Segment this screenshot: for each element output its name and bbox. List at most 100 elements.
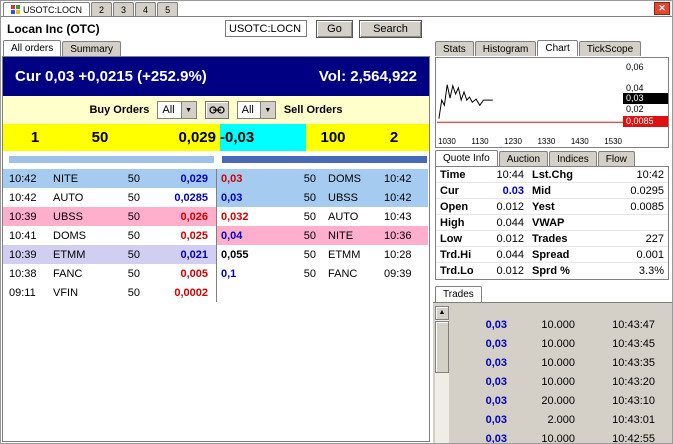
window-tab-5[interactable]: 5: [157, 2, 178, 16]
ask-price: 0,1: [221, 268, 285, 280]
symbol-input[interactable]: [225, 20, 307, 37]
quote-label: Spread: [532, 249, 588, 261]
quote-value: 0.044: [484, 249, 532, 261]
price-line: [439, 85, 493, 119]
quote-label: Trd.Hi: [440, 249, 484, 261]
bid-row[interactable]: 10:39 UBSS 50 0,026: [3, 207, 216, 226]
quote-value: 0.044: [484, 217, 532, 229]
quote-label: Trades: [532, 233, 588, 245]
window-tab-4[interactable]: 4: [135, 2, 156, 16]
trade-row: 0,03 10.000 10:43:35: [451, 353, 664, 372]
quote-label: Sprd %: [532, 265, 588, 277]
bid-row[interactable]: 09:11 VFIN 50 0,0002: [3, 283, 216, 302]
sell-filter-value: All: [238, 104, 260, 116]
tab-trades[interactable]: Trades: [435, 286, 482, 302]
quote-row: Cur 0.03 Mid 0.0295: [436, 183, 668, 199]
ask-row[interactable]: 0,032 50 AUTO 10:43: [217, 207, 428, 226]
bid-row[interactable]: 10:42 AUTO 50 0,0285: [3, 188, 216, 207]
buy-depth-bar: [9, 156, 214, 163]
trade-time: 10:43:47: [575, 319, 655, 331]
trade-size: 20.000: [507, 395, 575, 407]
scrollbar-thumb[interactable]: [435, 321, 449, 373]
best-ask-price: 0,03: [225, 129, 254, 146]
info-panel: Stats Histogram Chart TickScope 0,06 0,0…: [433, 40, 672, 443]
bid-row[interactable]: 10:39 ETMM 50 0,021: [3, 245, 216, 264]
ask-row[interactable]: 0,03 50 DOMS 10:42: [217, 169, 428, 188]
scroll-up-icon[interactable]: ▲: [435, 306, 449, 320]
tab-auction[interactable]: Auction: [499, 151, 548, 166]
ask-row[interactable]: 0,03 50 UBSS 10:42: [217, 188, 428, 207]
bid-mm: UBSS: [53, 211, 113, 223]
bid-size: 50: [113, 173, 152, 185]
y-tick: 0,02: [623, 104, 668, 115]
orderbook-body: Cur 0,03 +0,0215 (+252.9%) Vol: 2,564,92…: [2, 56, 430, 442]
quote-label: Time: [440, 169, 484, 181]
bid-size: 50: [113, 287, 152, 299]
ask-row[interactable]: 0,04 50 NITE 10:36: [217, 226, 428, 245]
bid-mm: VFIN: [53, 287, 113, 299]
bid-price: 0,0285: [152, 192, 216, 204]
y-tick: 0,06: [623, 62, 668, 73]
trade-price: 0,03: [451, 395, 507, 407]
ask-price: 0,032: [221, 211, 285, 223]
trade-time: 10:43:20: [575, 376, 655, 388]
trades-scrollbar[interactable]: ▲: [435, 306, 449, 443]
window-tab-label: 4: [143, 5, 148, 15]
tab-summary[interactable]: Summary: [62, 41, 121, 56]
tab-indices[interactable]: Indices: [549, 151, 597, 166]
window-tab-3[interactable]: 3: [113, 2, 134, 16]
ask-row[interactable]: 0,055 50 ETMM 10:28: [217, 245, 428, 264]
ask-time: 10:42: [384, 173, 428, 185]
tab-flow[interactable]: Flow: [598, 151, 635, 166]
sell-filter-select[interactable]: All ▼: [237, 101, 276, 119]
quote-row: Trd.Lo 0.012 Sprd % 3.3%: [436, 263, 668, 279]
orders-filter-bar: Buy Orders All ▼ All ▼ Sell Orders: [3, 96, 429, 124]
buy-filter-select[interactable]: All ▼: [157, 101, 196, 119]
bid-row[interactable]: 10:41 DOMS 50 0,025: [3, 226, 216, 245]
bid-row[interactable]: 10:38 FANC 50 0,005: [3, 264, 216, 283]
window-tab-2[interactable]: 2: [91, 2, 112, 16]
tab-stats[interactable]: Stats: [435, 41, 474, 56]
window-tab-active[interactable]: USOTC:LOCN: [3, 2, 90, 16]
quote-value-current: 0.03: [484, 185, 532, 197]
quote-label: VWAP: [532, 217, 588, 229]
close-icon[interactable]: ✕: [654, 2, 670, 15]
tab-chart[interactable]: Chart: [537, 40, 577, 56]
trade-size: 10.000: [507, 319, 575, 331]
tab-quote-info[interactable]: Quote Info: [435, 150, 498, 166]
tab-all-orders[interactable]: All orders: [3, 40, 61, 56]
quote-value: 3.3%: [588, 265, 664, 277]
best-bid-size: 50: [83, 129, 117, 146]
current-price-change: Cur 0,03 +0,0215 (+252.9%): [15, 68, 207, 85]
orderbook-panel: All orders Summary Cur 0,03 +0,0215 (+25…: [1, 40, 431, 443]
trade-row: 0,03 10.000 10:43:20: [451, 372, 664, 391]
orderbook-tabs: All orders Summary: [3, 40, 121, 56]
bid-row[interactable]: 10:42 NITE 50 0,029: [3, 169, 216, 188]
trade-time: 10:43:10: [575, 395, 655, 407]
search-button[interactable]: Search: [359, 20, 422, 38]
chevron-down-icon: ▼: [260, 102, 275, 118]
ask-price: 0,03: [221, 192, 285, 204]
ask-mm: ETMM: [328, 249, 384, 261]
trade-price: 0,03: [451, 338, 507, 350]
ask-row[interactable]: 0,1 50 FANC 09:39: [217, 264, 428, 283]
quote-label: Cur: [440, 185, 484, 197]
trade-price: 0,03: [451, 319, 507, 331]
quote-value: 0.0295: [588, 185, 664, 197]
trades-rows: 0,03 10.000 10:43:47 0,03 10.000 10:43:4…: [451, 315, 664, 443]
tab-tickscope[interactable]: TickScope: [579, 41, 641, 56]
quote-label: Low: [440, 233, 484, 245]
y-tick-yest-close: 0,0085: [623, 116, 668, 127]
trade-size: 10.000: [507, 376, 575, 388]
link-buy-sell-button[interactable]: [205, 101, 229, 119]
tab-histogram[interactable]: Histogram: [475, 41, 537, 56]
info-tabs: Stats Histogram Chart TickScope: [435, 40, 641, 56]
quote-row: Low 0.012 Trades 227: [436, 231, 668, 247]
trades-tabstrip: Trades: [435, 286, 482, 302]
window-tabstrip: USOTC:LOCN 2 3 4 5: [3, 1, 650, 16]
titlebar: Locan Inc (OTC) Go Search: [1, 16, 672, 40]
bid-price: 0,029: [152, 173, 216, 185]
go-button[interactable]: Go: [316, 20, 353, 38]
ask-mm: FANC: [328, 268, 384, 280]
bid-size: 50: [113, 268, 152, 280]
